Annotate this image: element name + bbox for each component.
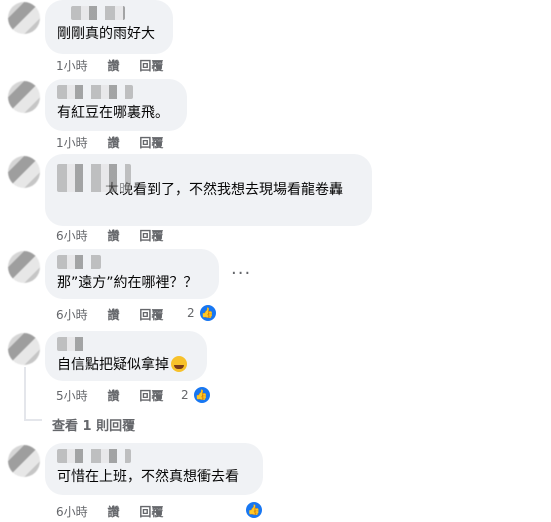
- comment-text: 太晚看到了，不然我想去現場看龍卷轟: [105, 182, 343, 198]
- reply-link[interactable]: 回覆: [139, 308, 163, 322]
- more-options-icon[interactable]: ···: [231, 263, 251, 284]
- comment-time[interactable]: 6小時: [56, 229, 88, 243]
- like-link[interactable]: 讚: [107, 389, 119, 403]
- comment-text: 自信點把疑似拿掉: [57, 355, 195, 375]
- comment-text: 剛剛真的雨好大: [57, 26, 155, 42]
- comment-text: 可惜在上班，不然真想衝去看: [57, 469, 239, 485]
- avatar[interactable]: [8, 156, 40, 188]
- commenter-name-blurred[interactable]: [57, 85, 133, 99]
- reaction-count[interactable]: 2 👍: [187, 304, 217, 322]
- comment-actions: 6小時 讚 回覆: [56, 306, 179, 323]
- like-link[interactable]: 讚: [107, 505, 119, 519]
- reaction-count[interactable]: 👍: [241, 501, 263, 519]
- avatar[interactable]: [8, 2, 40, 34]
- thread-line: [24, 367, 26, 419]
- like-link[interactable]: 讚: [107, 59, 119, 73]
- comment-actions: 1小時 讚 回覆: [56, 57, 179, 74]
- avatar[interactable]: [8, 81, 40, 113]
- comment-bubble: 太晚看到了，不然我想去現場看龍卷轟: [45, 154, 372, 226]
- commenter-name-blurred[interactable]: [57, 255, 101, 269]
- reply-link[interactable]: 回覆: [139, 389, 163, 403]
- comment-time[interactable]: 1小時: [56, 59, 88, 73]
- commenter-name-blurred[interactable]: [57, 337, 89, 351]
- comment-text-content: 自信點把疑似拿掉: [57, 357, 169, 373]
- reaction-number: 2: [181, 388, 189, 402]
- comment-bubble: 有紅豆在哪裏飛。: [45, 79, 187, 131]
- comment-actions: 6小時 讚 回覆: [56, 503, 179, 520]
- avatar[interactable]: [8, 251, 40, 283]
- reply-link[interactable]: 回覆: [139, 136, 163, 150]
- comment-time[interactable]: 6小時: [56, 308, 88, 322]
- comment-actions: 6小時 讚 回覆: [56, 227, 179, 244]
- thumbs-up-icon: 👍: [198, 304, 217, 322]
- commenter-name-blurred[interactable]: [57, 164, 131, 192]
- comment-text: 有紅豆在哪裏飛。: [57, 105, 169, 121]
- thumbs-up-icon: 👍: [245, 501, 263, 519]
- comment-time[interactable]: 5小時: [56, 389, 88, 403]
- comment-bubble: 那”遠方”約在哪裡？？: [45, 249, 219, 299]
- avatar[interactable]: [8, 333, 40, 365]
- reply-link[interactable]: 回覆: [139, 505, 163, 519]
- comment-bubble: 自信點把疑似拿掉: [45, 331, 207, 381]
- comment-bubble: 剛剛真的雨好大: [45, 0, 173, 54]
- like-link[interactable]: 讚: [107, 308, 119, 322]
- like-link[interactable]: 讚: [107, 136, 119, 150]
- reaction-number: 2: [187, 306, 195, 320]
- commenter-name-blurred[interactable]: [71, 6, 125, 20]
- thread-connector: [24, 419, 42, 421]
- comment-text: 那”遠方”約在哪裡？？: [57, 275, 198, 291]
- thumbs-up-icon: 👍: [192, 386, 211, 404]
- view-replies-link[interactable]: 查看 1 則回覆: [52, 415, 135, 434]
- comment-actions: 1小時 讚 回覆: [56, 134, 179, 151]
- comment-actions: 5小時 讚 回覆: [56, 387, 179, 404]
- comment-time[interactable]: 1小時: [56, 136, 88, 150]
- commenter-name-blurred[interactable]: [57, 449, 131, 463]
- like-link[interactable]: 讚: [107, 229, 119, 243]
- comment-bubble: 可惜在上班，不然真想衝去看: [45, 443, 263, 495]
- rolling-laughing-emoji: [171, 356, 187, 372]
- avatar[interactable]: [8, 445, 40, 477]
- reply-link[interactable]: 回覆: [139, 59, 163, 73]
- reply-link[interactable]: 回覆: [139, 229, 163, 243]
- comment-time[interactable]: 6小時: [56, 505, 88, 519]
- reaction-count[interactable]: 2 👍: [181, 386, 211, 404]
